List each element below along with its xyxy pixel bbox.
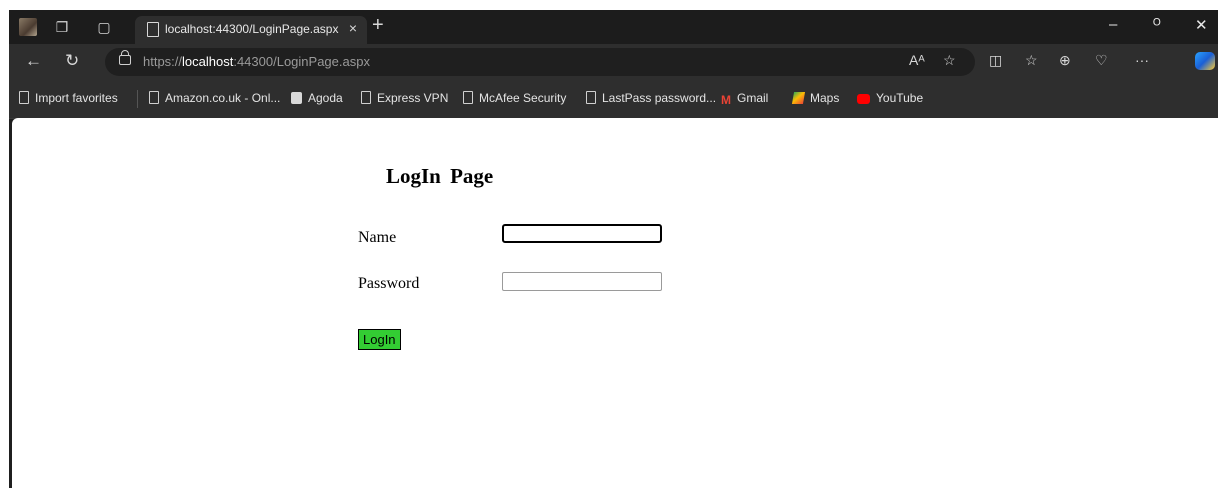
- screenshot-frame: ❐ ▢ localhost:44300/LoginPage.aspx × + –…: [0, 0, 1218, 488]
- favorite-star-icon[interactable]: ☆: [943, 52, 956, 69]
- import-icon: [19, 91, 29, 104]
- password-label: Password: [358, 275, 420, 292]
- favorite-agoda[interactable]: Agoda: [291, 91, 343, 105]
- tab-title: localhost:44300/LoginPage.aspx: [165, 22, 339, 36]
- page-icon: [463, 91, 473, 104]
- tab-login-page[interactable]: localhost:44300/LoginPage.aspx ×: [135, 16, 367, 44]
- login-button[interactable]: LogIn: [358, 329, 401, 350]
- favorite-lastpass[interactable]: LastPass password...: [586, 91, 716, 105]
- profile-avatar[interactable]: [19, 18, 37, 36]
- favorite-import[interactable]: Import favorites: [19, 91, 118, 105]
- favorites-bar: Import favorites Amazon.co.uk - Onl... A…: [9, 80, 1218, 119]
- new-tab-button[interactable]: +: [372, 14, 384, 37]
- favorites-separator: [137, 90, 138, 108]
- favorite-gmail[interactable]: M Gmail: [721, 91, 768, 107]
- navigation-bar: ← ↻ https://localhost:44300/LoginPage.as…: [9, 44, 1218, 80]
- collections-icon[interactable]: ⊕: [1059, 52, 1071, 69]
- name-label: Name: [358, 229, 397, 246]
- restore-button[interactable]: ᴼ: [1153, 16, 1161, 33]
- workspaces-icon[interactable]: ❐: [53, 18, 71, 36]
- agoda-icon: [291, 92, 302, 104]
- browser-window: ❐ ▢ localhost:44300/LoginPage.aspx × + –…: [9, 10, 1218, 488]
- back-arrow-icon[interactable]: ←: [25, 51, 42, 71]
- page-icon: [361, 91, 371, 104]
- refresh-icon[interactable]: ↻: [65, 51, 79, 71]
- youtube-icon: [857, 94, 870, 104]
- page-icon: [586, 91, 596, 104]
- favorite-amazon[interactable]: Amazon.co.uk - Onl...: [149, 91, 280, 105]
- copilot-icon[interactable]: [1195, 52, 1215, 70]
- name-input[interactable]: [502, 224, 662, 243]
- tab-close-icon[interactable]: ×: [349, 20, 357, 36]
- address-bar[interactable]: https://localhost:44300/LoginPage.aspx: [105, 48, 975, 76]
- tab-strip: ❐ ▢ localhost:44300/LoginPage.aspx × + –…: [9, 10, 1218, 44]
- favorite-express-vpn[interactable]: Express VPN: [361, 91, 448, 105]
- close-window-button[interactable]: ✕: [1195, 16, 1208, 34]
- split-screen-icon[interactable]: ◫: [989, 52, 1002, 69]
- minimize-button[interactable]: –: [1109, 16, 1117, 33]
- gmail-icon: M: [721, 93, 731, 107]
- read-aloud-icon[interactable]: Aᴬ: [909, 52, 925, 68]
- more-icon[interactable]: ···: [1135, 52, 1149, 68]
- page-icon: [149, 91, 159, 104]
- favorite-youtube[interactable]: YouTube: [857, 91, 923, 105]
- browser-essentials-icon[interactable]: ♡: [1095, 52, 1108, 69]
- lock-icon[interactable]: [119, 50, 131, 65]
- page-icon: [147, 22, 159, 37]
- maps-icon: [791, 92, 806, 104]
- page-content: LogIn Page Name Password LogIn: [12, 118, 1218, 488]
- tab-actions-icon[interactable]: ▢: [95, 18, 113, 36]
- password-input[interactable]: [502, 272, 662, 291]
- favorites-icon[interactable]: ☆: [1025, 52, 1038, 69]
- page-title: LogIn Page: [386, 164, 494, 188]
- favorite-mcafee[interactable]: McAfee Security: [463, 91, 566, 105]
- url-text[interactable]: https://localhost:44300/LoginPage.aspx: [143, 54, 370, 69]
- favorite-maps[interactable]: Maps: [791, 91, 839, 105]
